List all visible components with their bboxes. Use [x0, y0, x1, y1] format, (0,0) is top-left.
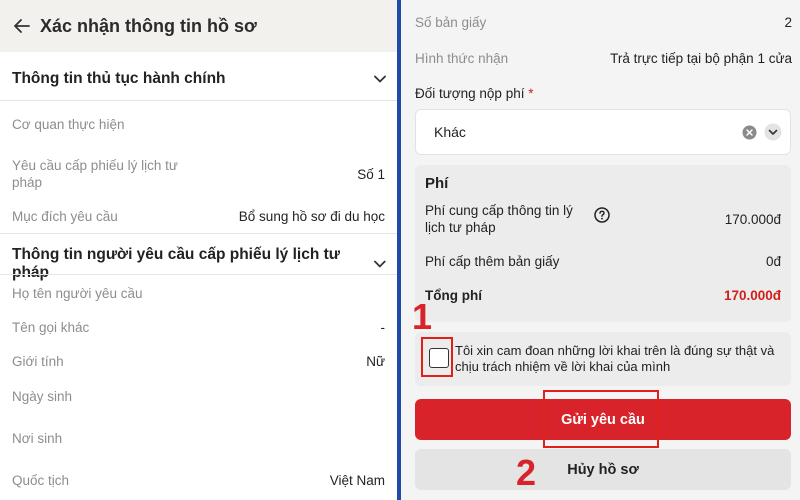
- section-requester-header[interactable]: Thông tin người yêu cầu cấp phiếu lý lịc…: [12, 246, 387, 282]
- row-value: 2: [784, 15, 792, 30]
- row-label: Tên gọi khác: [12, 320, 90, 335]
- info-row-gender: Giới tính Nữ: [12, 353, 385, 370]
- annotation-box-2: [543, 390, 659, 448]
- row-label: Cơ quan thực hiện: [12, 117, 125, 132]
- info-row-delivery: Hình thức nhận Trả trực tiếp tại bộ phận…: [415, 51, 792, 66]
- fee-row-total: Tổng phí 170.000đ: [425, 288, 781, 303]
- info-row-request: Yêu cầu cấp phiếu lý lịch tư pháp Số 1: [12, 157, 385, 191]
- cancel-button[interactable]: Hủy hồ sơ: [415, 449, 791, 490]
- row-label: Họ tên người yêu cầu: [12, 286, 143, 301]
- commitment-card: Tôi xin cam đoan những lời khai trên là …: [415, 332, 791, 386]
- row-label: Hình thức nhận: [415, 51, 509, 66]
- annotation-number-1: 1: [412, 296, 433, 337]
- right-panel: Số bản giấy 2 Hình thức nhận Trả trực ti…: [401, 0, 800, 500]
- fee-card: Phí Phí cung cấp thông tin lý lịch tư ph…: [415, 165, 791, 322]
- fee-payer-select[interactable]: Khác: [415, 109, 791, 155]
- commitment-text[interactable]: Tôi xin cam đoan những lời khai trên là …: [455, 343, 787, 375]
- clear-icon[interactable]: [742, 125, 757, 140]
- info-row-purpose: Mục đích yêu cầu Bổ sung hồ sơ đi du học: [12, 208, 385, 225]
- info-row-copies: Số bản giấy 2: [415, 15, 792, 30]
- info-row-agency: Cơ quan thực hiện: [12, 116, 385, 133]
- chevron-down-icon[interactable]: [373, 257, 387, 271]
- row-label: Ngày sinh: [12, 389, 73, 404]
- fee-title: Phí: [425, 175, 449, 192]
- fee-value: 170.000đ: [724, 211, 781, 227]
- dropdown-icon[interactable]: [764, 123, 782, 141]
- section-title: Thông tin thủ tục hành chính: [12, 70, 226, 87]
- annotation-box-1: [421, 337, 453, 377]
- row-label: Nơi sinh: [12, 431, 63, 446]
- section-admin-procedure-header[interactable]: Thông tin thủ tục hành chính: [12, 70, 387, 88]
- section-title: Thông tin người yêu cầu cấp phiếu lý lịc…: [12, 246, 340, 281]
- row-label: Yêu cầu cấp phiếu lý lịch tư pháp: [12, 158, 178, 190]
- back-arrow-icon[interactable]: [12, 16, 32, 36]
- info-row-birthdate: Ngày sinh: [12, 388, 385, 405]
- divider: [0, 100, 397, 101]
- fee-value: 0đ: [765, 254, 781, 269]
- left-panel: Xác nhận thông tin hồ sơ Thông tin thủ t…: [0, 0, 397, 500]
- info-row-nationality: Quốc tịch Việt Nam: [12, 472, 385, 489]
- page-title: Xác nhận thông tin hồ sơ: [40, 15, 257, 36]
- help-icon[interactable]: [594, 207, 610, 223]
- row-value: Số 1: [357, 166, 385, 182]
- row-value: Nữ: [366, 354, 385, 369]
- info-row-fullname: Họ tên người yêu cầu: [12, 285, 385, 302]
- header-bar: Xác nhận thông tin hồ sơ: [0, 0, 397, 52]
- row-label: Mục đích yêu cầu: [12, 209, 118, 224]
- row-value: Việt Nam: [329, 473, 385, 488]
- row-value: -: [380, 320, 386, 335]
- field-label-text: Đối tượng nộp phí: [415, 86, 525, 101]
- row-value: Trả trực tiếp tại bộ phận 1 cửa: [610, 51, 792, 66]
- info-row-birthplace: Nơi sinh: [12, 430, 385, 447]
- row-label: Quốc tịch: [12, 473, 70, 488]
- fee-row-extra-copy: Phí cấp thêm bản giấy 0đ: [425, 253, 781, 270]
- divider: [0, 274, 397, 275]
- fee-label: Phí cấp thêm bản giấy: [425, 254, 560, 269]
- divider: [0, 233, 397, 234]
- total-value: 170.000đ: [723, 288, 781, 303]
- row-label: Giới tính: [12, 354, 64, 369]
- fee-payer-label: Đối tượng nộp phí *: [415, 86, 534, 101]
- row-value: Bổ sung hồ sơ đi du học: [238, 209, 385, 224]
- fee-label: Phí cung cấp thông tin lý lịch tư pháp: [425, 203, 573, 235]
- info-row-alias: Tên gọi khác -: [12, 319, 385, 336]
- row-label: Số bản giấy: [415, 15, 487, 30]
- required-mark: *: [528, 86, 534, 101]
- chevron-down-icon[interactable]: [373, 72, 387, 86]
- select-value: Khác: [434, 124, 466, 140]
- total-label: Tổng phí: [425, 288, 482, 303]
- annotation-number-2: 2: [516, 452, 537, 493]
